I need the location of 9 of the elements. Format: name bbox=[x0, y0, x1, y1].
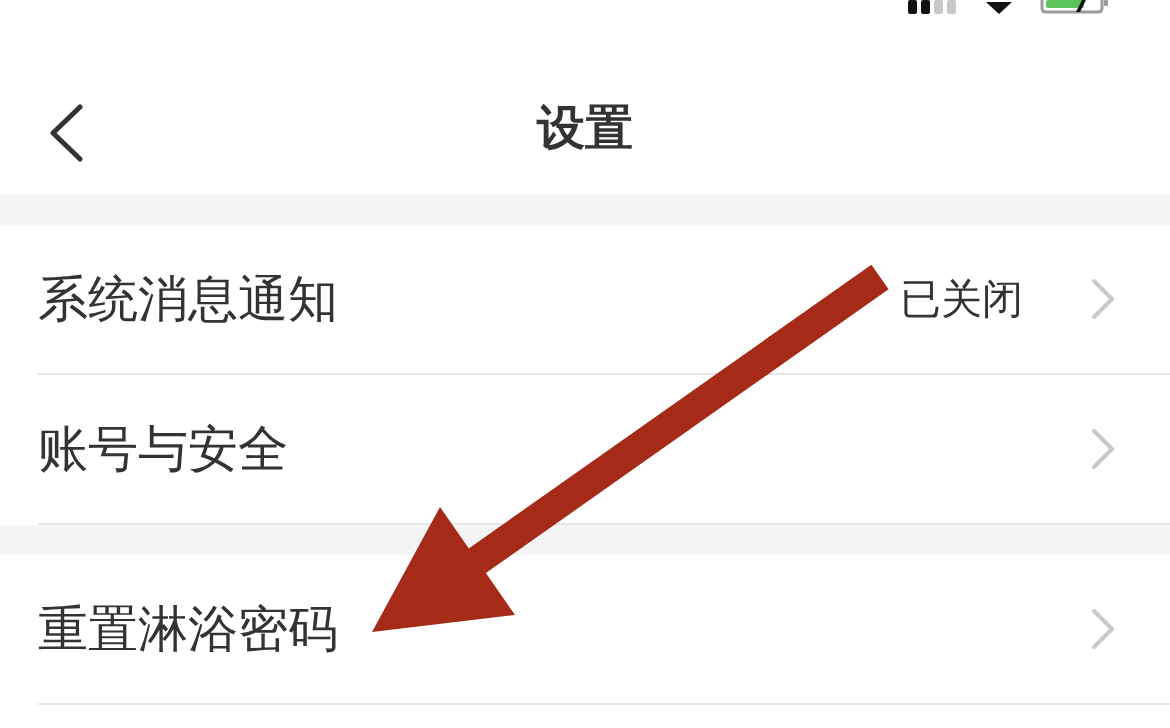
signal-icon bbox=[908, 0, 958, 14]
status-value: 已关闭 bbox=[900, 273, 1023, 325]
page-title: 设置 bbox=[537, 98, 633, 157]
back-icon bbox=[49, 104, 83, 162]
battery-icon bbox=[1040, 0, 1108, 14]
chevron-right-icon bbox=[1091, 278, 1115, 320]
chevron-right-icon bbox=[1091, 428, 1115, 470]
wifi-icon bbox=[986, 0, 1012, 14]
chevron-right-icon bbox=[1091, 608, 1115, 650]
